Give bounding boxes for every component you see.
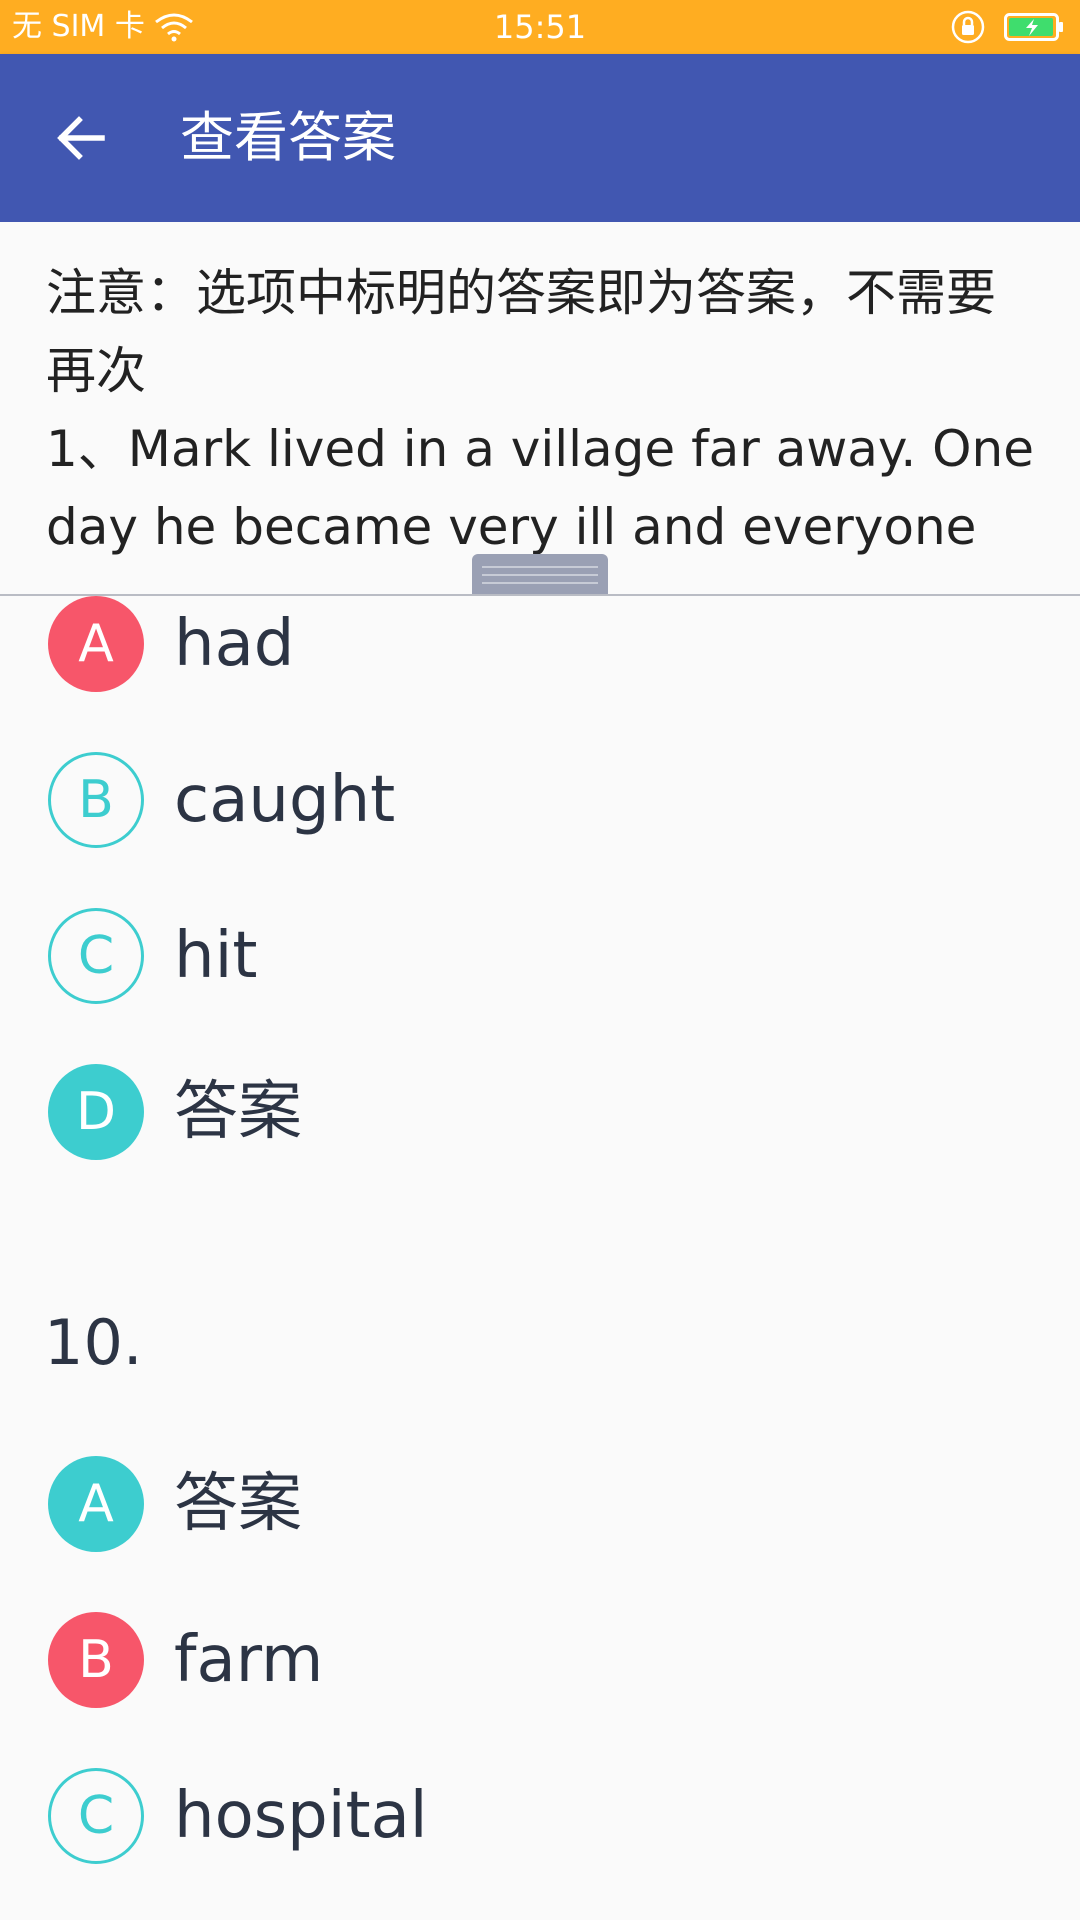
option-text: had <box>174 607 295 681</box>
option-badge: A <box>48 1456 144 1552</box>
option-9-a[interactable]: A had <box>48 596 294 692</box>
option-badge: D <box>48 1064 144 1160</box>
page-title: 查看答案 <box>180 106 396 169</box>
option-badge: B <box>48 752 144 848</box>
option-9-d[interactable]: D 答案 <box>48 1064 302 1160</box>
drag-handle[interactable] <box>472 554 608 594</box>
arrow-back-icon <box>57 116 105 160</box>
status-bar: 无 SIM 卡 15:51 <box>0 0 1080 54</box>
option-text: hospital <box>174 1779 428 1853</box>
notice-text: 注意：选项中标明的答案即为答案，不需要再次 1、Mark lived in a … <box>46 254 1036 566</box>
option-text: 答案 <box>174 1075 302 1149</box>
options-list: A had B caught C hit D 答案 10. A 答案 B far… <box>0 596 1080 1920</box>
question-panel[interactable]: 注意：选项中标明的答案即为答案，不需要再次 1、Mark lived in a … <box>0 222 1080 596</box>
option-9-c[interactable]: C hit <box>48 908 257 1004</box>
battery-charging-icon <box>1004 13 1063 41</box>
option-10-a[interactable]: A 答案 <box>48 1456 302 1552</box>
question-text-line-1: 1、Mark lived in a village far away. One <box>46 420 1034 478</box>
app-bar: 查看答案 <box>0 54 1080 222</box>
screen: 无 SIM 卡 15:51 查看答案 注意：选项中标明的答案即为答案，不需要再次… <box>0 0 1080 1920</box>
rotation-lock-icon <box>951 10 985 44</box>
option-9-b[interactable]: B caught <box>48 752 395 848</box>
option-badge: B <box>48 1612 144 1708</box>
status-time: 15:51 <box>493 8 587 46</box>
option-badge: A <box>48 596 144 692</box>
option-text: hit <box>174 919 258 993</box>
back-button[interactable] <box>40 98 120 178</box>
option-text: farm <box>174 1623 324 1697</box>
option-10-c[interactable]: C hospital <box>48 1768 428 1864</box>
option-10-b[interactable]: B farm <box>48 1612 323 1708</box>
option-badge: C <box>48 908 144 1004</box>
status-right <box>950 8 1064 46</box>
option-text: caught <box>174 763 396 837</box>
notice-label: 注意：选项中标明的答案即为答案，不需要再次 <box>46 264 996 400</box>
option-text: 答案 <box>174 1467 302 1541</box>
question-number: 10. <box>44 1306 143 1379</box>
option-badge: C <box>48 1768 144 1864</box>
